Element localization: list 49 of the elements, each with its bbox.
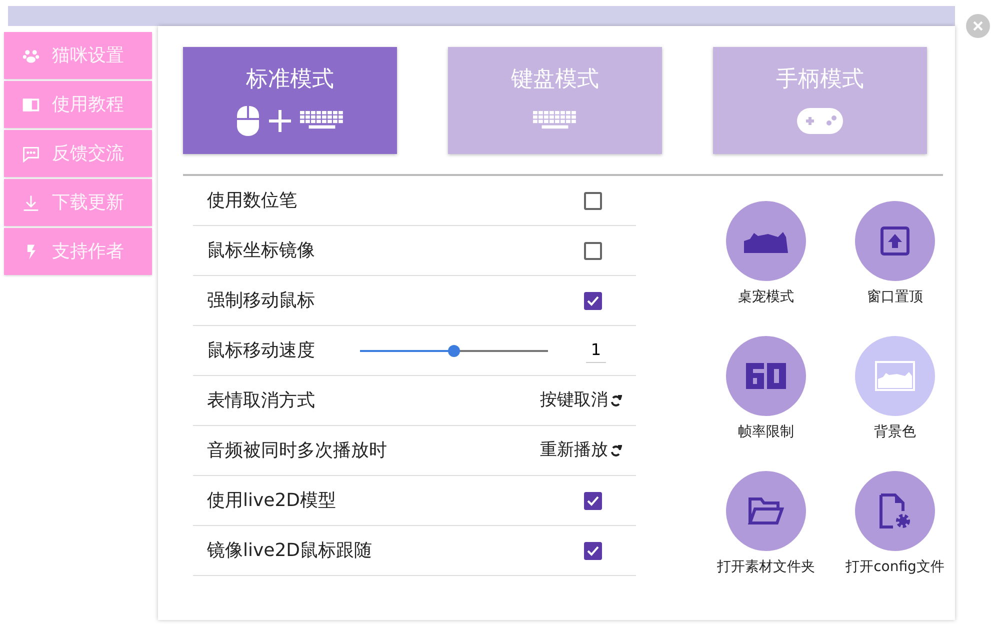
mode-tab[interactable]: 标准模式 [183, 47, 397, 154]
book-icon [22, 96, 40, 114]
mode-tab[interactable]: 手柄模式 [713, 47, 927, 154]
checkbox[interactable] [584, 192, 602, 210]
check-icon [587, 496, 599, 506]
action-label: 背景色 [874, 423, 916, 442]
sidebar-item[interactable]: 反馈交流 [4, 130, 152, 177]
check-icon [587, 296, 599, 306]
mouse-icon [236, 105, 260, 137]
file-gear-icon [879, 493, 911, 529]
sidebar-item[interactable]: 猫咪设置 [4, 32, 152, 79]
checkbox[interactable] [584, 492, 602, 510]
keyboard-icon [533, 111, 577, 131]
sidebar-item[interactable]: 支持作者 [4, 228, 152, 275]
action-label: 打开config文件 [846, 558, 944, 577]
setting-label: 镜像live2D鼠标跟随 [207, 539, 372, 563]
folder-icon [748, 497, 784, 525]
setting-label: 鼠标坐标镜像 [207, 239, 315, 263]
speed-value-field[interactable]: 1 [586, 338, 606, 363]
action-label: 窗口置顶 [867, 288, 923, 307]
refresh-icon [610, 394, 622, 406]
checkbox[interactable] [584, 542, 602, 560]
chat-icon [22, 144, 40, 162]
sidebar-item[interactable]: 使用教程 [4, 81, 152, 128]
setting-label: 强制移动鼠标 [207, 289, 315, 313]
setting-label: 使用live2D模型 [207, 489, 336, 513]
plus-icon [268, 109, 292, 133]
action-label: 桌宠模式 [738, 288, 794, 307]
gamepad-icon [797, 108, 843, 134]
arrow-up-box-icon [880, 226, 910, 256]
setting-label: 音频被同时多次播放时 [207, 439, 387, 463]
speed-slider[interactable] [360, 344, 548, 356]
checkbox[interactable] [584, 242, 602, 260]
check-icon [587, 546, 599, 556]
keyboard-icon [300, 111, 344, 131]
setting-label: 鼠标移动速度 [207, 339, 315, 363]
download-icon [22, 194, 40, 212]
image-icon [875, 361, 915, 391]
cycle-option-button[interactable]: 重新播放 [540, 438, 622, 464]
checkbox[interactable] [584, 292, 602, 310]
sidebar-item[interactable]: 下载更新 [4, 179, 152, 226]
setting-label: 使用数位笔 [207, 189, 297, 213]
refresh-icon [610, 444, 622, 456]
action-label: 帧率限制 [738, 423, 794, 442]
fps-icon [746, 363, 786, 389]
cycle-option-button[interactable]: 按键取消 [540, 388, 622, 414]
action-label: 打开素材文件夹 [717, 558, 815, 577]
mode-tab[interactable]: 键盘模式 [448, 47, 662, 154]
setting-label: 表情取消方式 [207, 389, 315, 413]
